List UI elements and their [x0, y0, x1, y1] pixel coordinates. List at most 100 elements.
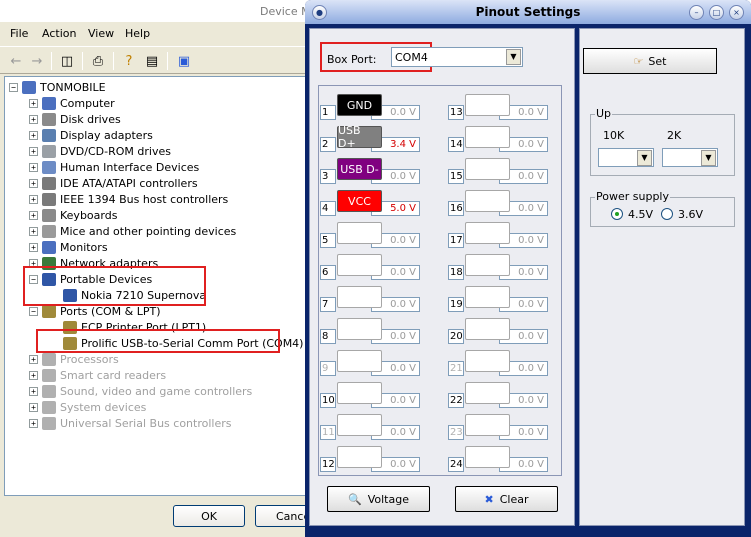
expand-icon[interactable]: +: [29, 418, 38, 428]
pin-assign-button[interactable]: [337, 222, 382, 244]
expand-icon[interactable]: +: [29, 178, 38, 188]
pin-number: 7: [320, 297, 336, 312]
pin-assign-button[interactable]: [337, 254, 382, 276]
pin-assign-button[interactable]: [465, 158, 510, 180]
pin-assign-button[interactable]: GND: [337, 94, 382, 116]
pin-assign-button[interactable]: [465, 94, 510, 116]
expand-icon[interactable]: +: [29, 402, 38, 412]
forward-arrow-icon[interactable]: →: [27, 51, 47, 71]
expand-icon[interactable]: +: [29, 130, 38, 140]
scan-hardware-icon[interactable]: ▣: [174, 51, 194, 71]
clear-button[interactable]: ✖ Clear: [455, 486, 558, 512]
tree-item[interactable]: + Processors: [29, 351, 119, 367]
expand-icon[interactable]: +: [29, 370, 38, 380]
tree-item-label: DVD/CD-ROM drives: [60, 144, 171, 158]
expand-icon[interactable]: +: [29, 242, 38, 252]
properties-icon[interactable]: ◫: [57, 51, 77, 71]
pin-assign-button[interactable]: [337, 446, 382, 468]
tree-item[interactable]: + IEEE 1394 Bus host controllers: [29, 191, 228, 207]
menu-help[interactable]: Help: [125, 27, 150, 40]
view-icon[interactable]: ▤: [142, 51, 162, 71]
pin-assign-button[interactable]: [465, 126, 510, 148]
tree-item[interactable]: + Display adapters: [29, 127, 153, 143]
expand-icon[interactable]: +: [29, 162, 38, 172]
tree-item[interactable]: + Smart card readers: [29, 367, 166, 383]
up-2k-select[interactable]: ▼: [662, 148, 718, 167]
set-button[interactable]: ☞ Set: [583, 48, 717, 74]
pin-assign-button[interactable]: [337, 382, 382, 404]
pin-assign-button[interactable]: [337, 318, 382, 340]
minimize-icon[interactable]: –: [689, 5, 704, 20]
power-45v-label: 4.5V: [628, 208, 654, 221]
pin-assign-button[interactable]: [337, 414, 382, 436]
tree-item[interactable]: + Disk drives: [29, 111, 121, 127]
expand-icon[interactable]: +: [29, 210, 38, 220]
device-manager-title: Device M: [260, 5, 311, 18]
menu-view[interactable]: View: [88, 27, 114, 40]
pin-assign-button[interactable]: [337, 350, 382, 372]
tree-item[interactable]: + Mice and other pointing devices: [29, 223, 236, 239]
up-10k-select[interactable]: ▼: [598, 148, 654, 167]
pin-assign-button[interactable]: [465, 318, 510, 340]
tree-item[interactable]: + DVD/CD-ROM drives: [29, 143, 171, 159]
power-45v-radio[interactable]: [611, 208, 623, 220]
tree-item[interactable]: + Computer: [29, 95, 115, 111]
collapse-icon[interactable]: −: [9, 82, 18, 92]
ok-button[interactable]: OK: [173, 505, 245, 527]
pin-assign-button[interactable]: [465, 222, 510, 244]
tree-item-label: Smart card readers: [60, 368, 167, 382]
tree-item[interactable]: + Monitors: [29, 239, 108, 255]
pin-assign-button[interactable]: [465, 414, 510, 436]
hid-icon: [42, 160, 56, 174]
tree-item-label: Human Interface Devices: [60, 160, 200, 174]
box-port-select[interactable]: COM4 ▼: [391, 47, 523, 67]
expand-icon[interactable]: +: [29, 386, 38, 396]
pin-assign-button[interactable]: [465, 446, 510, 468]
back-arrow-icon[interactable]: ←: [6, 51, 26, 71]
expand-icon[interactable]: +: [29, 114, 38, 124]
expand-icon[interactable]: +: [29, 194, 38, 204]
pinout-titlebar[interactable]: Pinout Settings ● – □ ×: [305, 0, 751, 24]
tree-item[interactable]: + Keyboards: [29, 207, 117, 223]
tree-root[interactable]: − TONMOBILE: [9, 79, 106, 95]
pin-assign-button[interactable]: USB D+: [337, 124, 382, 150]
pin-assign-button[interactable]: [465, 190, 510, 212]
print-icon[interactable]: ⎙: [88, 51, 108, 71]
highlight-box-com4: [36, 329, 280, 353]
pin-assign-button[interactable]: [465, 382, 510, 404]
tree-item[interactable]: + IDE ATA/ATAPI controllers: [29, 175, 198, 191]
menu-action[interactable]: Action: [42, 27, 76, 40]
pin-assign-button[interactable]: [465, 350, 510, 372]
power-36v-radio[interactable]: [661, 208, 673, 220]
tree-item[interactable]: + Sound, video and game controllers: [29, 383, 252, 399]
help-icon[interactable]: ?: [119, 51, 139, 71]
tree-item-label: Computer: [60, 96, 115, 110]
menu-file[interactable]: File: [10, 27, 28, 40]
tree-item[interactable]: + Human Interface Devices: [29, 159, 199, 175]
pin-assign-button[interactable]: VCC: [337, 190, 382, 212]
pin-assign-button[interactable]: [337, 286, 382, 308]
chevron-down-icon[interactable]: ▼: [637, 150, 652, 166]
pin-assign-button[interactable]: [465, 286, 510, 308]
tree-item-label: IEEE 1394 Bus host controllers: [60, 192, 229, 206]
expand-icon[interactable]: +: [29, 98, 38, 108]
chevron-down-icon[interactable]: ▼: [506, 49, 521, 65]
up-2k-label: 2K: [667, 129, 682, 142]
expand-icon[interactable]: +: [29, 226, 38, 236]
maximize-icon[interactable]: □: [709, 5, 724, 20]
pin-assign-button[interactable]: USB D-: [337, 158, 382, 180]
voltage-button[interactable]: 🔍 Voltage: [327, 486, 430, 512]
pin-assign-button[interactable]: [465, 254, 510, 276]
tree-item[interactable]: + System devices: [29, 399, 146, 415]
pin-13: 0.0 V 13: [448, 94, 550, 120]
close-icon[interactable]: ×: [729, 5, 744, 20]
expand-icon[interactable]: +: [29, 146, 38, 156]
toolbar-separator: [51, 52, 52, 70]
collapse-icon[interactable]: −: [29, 306, 38, 316]
window-menu-icon[interactable]: ●: [312, 5, 327, 20]
pin-number: 8: [320, 329, 336, 344]
expand-icon[interactable]: +: [29, 354, 38, 364]
pinout-settings-window: Pinout Settings ● – □ × Box Port: COM4 ▼…: [305, 0, 751, 537]
tree-item[interactable]: + Universal Serial Bus controllers: [29, 415, 231, 431]
chevron-down-icon[interactable]: ▼: [701, 150, 716, 166]
